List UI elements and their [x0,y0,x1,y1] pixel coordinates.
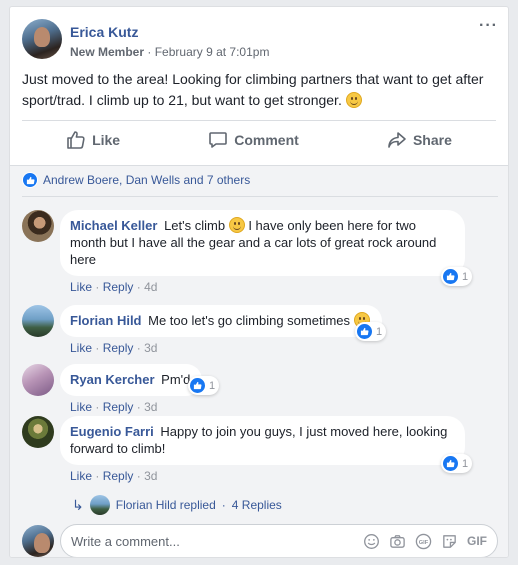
composer-tools: GIF GIF [363,533,497,550]
comment-actions: Like · Reply · 3d [70,341,158,355]
like-reaction-icon [442,455,459,472]
comment-bubble: Ryan Kercher Pm'd [60,364,203,396]
smile-emoji-icon [345,92,362,108]
comment-actions: Like · Reply · 3d [70,400,158,414]
comment-text: Pm'd [161,372,191,387]
share-icon [388,131,406,148]
svg-text:GIF: GIF [419,539,429,545]
comment-like-link[interactable]: Like [70,341,92,355]
divider [22,196,498,197]
gif-icon[interactable]: GIF [415,533,432,550]
post-meta: New Member · February 9 at 7:01pm [70,45,270,59]
comment-reaction-count[interactable]: 1 [441,454,473,473]
comment-icon [209,131,228,148]
reply-arrow-icon: ↳ [72,496,84,513]
commenter-name[interactable]: Florian Hild [70,313,142,328]
comment-item: Michael Keller Let's climb I have only b… [22,210,473,294]
commenter-avatar[interactable] [22,305,54,337]
comment-timestamp[interactable]: 3d [144,341,157,355]
author-avatar[interactable] [22,19,62,59]
comment-bubble: Eugenio Farri Happy to join you guys, I … [60,416,465,465]
comment-reply-link[interactable]: Reply [103,341,134,355]
comment-button[interactable]: Comment [208,130,299,150]
gif-button[interactable]: GIF [467,534,487,548]
comment-like-link[interactable]: Like [70,280,92,294]
commenter-avatar[interactable] [22,416,54,448]
comments-section: Andrew Boere, Dan Wells and 7 others Mic… [10,165,508,557]
comment-button-label: Comment [234,131,299,148]
commenter-name[interactable]: Eugenio Farri [70,424,154,439]
comment-reaction-count[interactable]: 1 [355,322,387,341]
comment-reply-link[interactable]: Reply [103,400,134,414]
comment-bubble: Michael Keller Let's climb I have only b… [60,210,465,276]
sticker-icon[interactable] [441,533,458,550]
comment-text: Let's climb [164,218,226,233]
post-actions: Like Comment Share [22,120,496,158]
smile-emoji-icon [228,217,245,233]
comment-actions: Like · Reply · 3d [70,469,158,483]
like-button[interactable]: Like [66,130,120,150]
like-reaction-icon [356,323,373,340]
replier-avatar [89,495,110,515]
comment-like-link[interactable]: Like [70,469,92,483]
share-button[interactable]: Share [387,130,452,150]
member-badge: New Member [70,45,145,59]
post-timestamp[interactable]: February 9 at 7:01pm [155,45,270,59]
comment-input-box[interactable]: GIF GIF [60,524,498,557]
comment-timestamp[interactable]: 4d [144,280,157,294]
like-reaction-icon [442,268,459,285]
comment-actions: Like · Reply · 4d [70,280,158,294]
comment-text: Me too let's go climbing sometimes [148,313,351,328]
view-replies-link[interactable]: ↳ Florian Hild replied · 4 Replies [72,495,282,515]
composer-avatar [22,525,54,557]
replier-text: Florian Hild replied [115,498,216,512]
post-card: Erica Kutz New Member · February 9 at 7:… [9,6,509,558]
post-body: Just moved to the area! Looking for clim… [22,69,498,111]
reaction-summary[interactable]: Andrew Boere, Dan Wells and 7 others [22,172,250,188]
reactor-names[interactable]: Andrew Boere, Dan Wells and 7 others [43,173,250,187]
comment-timestamp[interactable]: 3d [144,400,157,414]
like-button-label: Like [92,131,121,148]
camera-icon[interactable] [389,533,406,550]
post-header: Erica Kutz New Member · February 9 at 7:… [22,19,269,60]
like-reaction-icon [22,172,38,188]
more-options-icon[interactable]: ··· [479,17,498,35]
commenter-avatar[interactable] [22,210,54,242]
emoji-picker-icon[interactable] [363,533,380,550]
comment-composer: GIF GIF [22,524,498,557]
commenter-name[interactable]: Michael Keller [70,218,157,233]
comment-item: Ryan Kercher Pm'd Like · Reply · 3d 1 [22,364,220,414]
comment-reaction-count[interactable]: 1 [441,267,473,286]
author-name[interactable]: Erica Kutz [70,23,269,41]
comment-reaction-count[interactable]: 1 [188,376,220,395]
comment-item: Florian Hild Me too let's go climbing so… [22,305,387,355]
comment-reply-link[interactable]: Reply [103,280,134,294]
like-reaction-icon [189,377,206,394]
share-button-label: Share [412,131,452,148]
commenter-avatar[interactable] [22,364,54,396]
comment-reply-link[interactable]: Reply [103,469,134,483]
comment-like-link[interactable]: Like [70,400,92,414]
post-text: Just moved to the area! Looking for clim… [22,71,484,108]
comment-timestamp[interactable]: 3d [144,469,157,483]
comment-bubble: Florian Hild Me too let's go climbing so… [60,305,382,337]
thumbs-up-icon [67,130,85,149]
comment-item: Eugenio Farri Happy to join you guys, I … [22,416,473,483]
commenter-name[interactable]: Ryan Kercher [70,372,155,387]
comment-input[interactable] [71,533,363,549]
reply-count: 4 Replies [231,498,282,512]
